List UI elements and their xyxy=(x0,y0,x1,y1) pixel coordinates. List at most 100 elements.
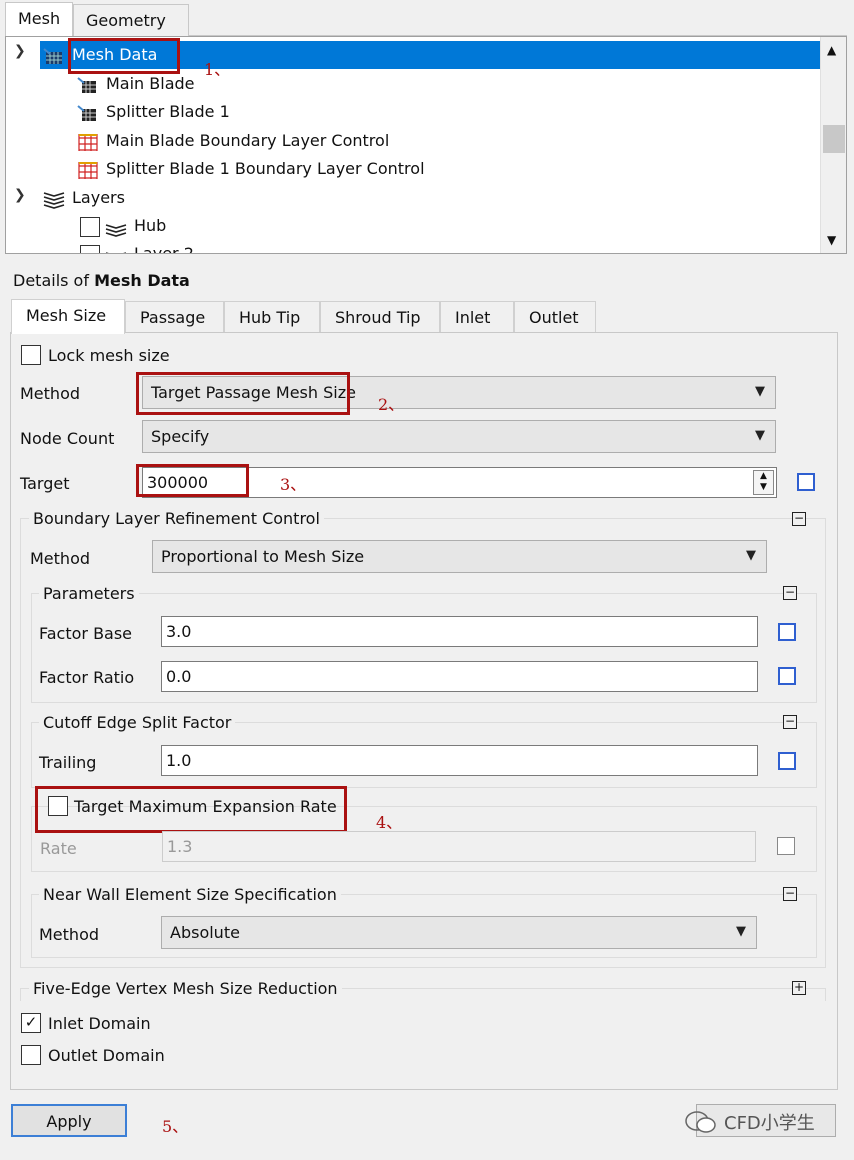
lock-mesh-size-label: Lock mesh size xyxy=(48,346,170,365)
blrc-method-label: Method xyxy=(30,549,91,568)
collapse-icon[interactable]: − xyxy=(783,586,797,600)
apply-button[interactable]: Apply xyxy=(11,1104,127,1137)
tree-item-label: Hub xyxy=(134,216,167,235)
tab-shroud-tip[interactable]: Shroud Tip xyxy=(320,301,440,333)
trailing-label: Trailing xyxy=(39,753,97,772)
target-label: Target xyxy=(20,474,70,493)
details-prefix: Details of xyxy=(13,271,95,290)
near-wall-method-value: Absolute xyxy=(170,923,240,942)
inlet-domain-checkbox[interactable]: ✓ xyxy=(21,1013,41,1033)
collapse-icon[interactable]: − xyxy=(783,715,797,729)
inlet-domain-label: Inlet Domain xyxy=(48,1014,151,1033)
layer2-checkbox[interactable] xyxy=(80,245,100,253)
node-count-label: Node Count xyxy=(20,429,115,448)
rate-value: 1.3 xyxy=(167,837,193,856)
tab-mesh-size[interactable]: Mesh Size xyxy=(11,299,125,334)
annotation-box-3 xyxy=(136,464,249,497)
trailing-value: 1.0 xyxy=(166,751,192,770)
tree-item-label: Layer 2 xyxy=(134,244,194,254)
tree-item-hub[interactable]: Hub xyxy=(104,212,166,240)
expand-icon[interactable]: + xyxy=(792,981,806,995)
target-param-checkbox[interactable] xyxy=(797,473,815,491)
annotation-box-4 xyxy=(35,786,347,833)
lock-mesh-size-checkbox[interactable] xyxy=(21,345,41,365)
factor-ratio-param-checkbox[interactable] xyxy=(778,667,796,685)
blade-mesh-icon xyxy=(77,76,96,93)
rate-input[interactable]: 1.3 xyxy=(162,831,756,862)
watermark-text: CFD小学生 xyxy=(724,1113,815,1134)
outlet-domain-checkbox[interactable] xyxy=(21,1045,41,1065)
tree-scrollbar[interactable]: ▲ ▼ xyxy=(820,37,846,253)
blrc-title: Boundary Layer Refinement Control xyxy=(29,509,324,528)
node-count-select[interactable]: Specify ▼ xyxy=(142,420,776,453)
annotation-4: 4、 xyxy=(376,813,403,832)
layers-icon xyxy=(43,191,65,209)
tree-item-main-blade-bl[interactable]: Main Blade Boundary Layer Control xyxy=(76,127,389,155)
chevron-down-icon[interactable]: ❯ xyxy=(14,43,26,59)
tree-item-label: Main Blade xyxy=(106,74,195,93)
annotation-box-1 xyxy=(68,38,180,74)
tree-item-splitter-bl[interactable]: Splitter Blade 1 Boundary Layer Control xyxy=(76,155,425,183)
tab-hub-tip[interactable]: Hub Tip xyxy=(224,301,320,333)
dropdown-arrow-icon: ▼ xyxy=(736,924,746,939)
layer-icon xyxy=(105,251,127,253)
boundary-layer-icon xyxy=(78,161,98,179)
cutoff-title: Cutoff Edge Split Factor xyxy=(39,713,236,732)
target-spinner[interactable]: ▲ ▼ xyxy=(753,470,774,495)
near-wall-method-select[interactable]: Absolute ▼ xyxy=(161,916,757,949)
trailing-param-checkbox[interactable] xyxy=(778,752,796,770)
chevron-down-icon[interactable]: ❯ xyxy=(14,187,26,203)
rate-label: Rate xyxy=(40,839,77,858)
blrc-method-select[interactable]: Proportional to Mesh Size ▼ xyxy=(152,540,767,573)
factor-ratio-input[interactable]: 0.0 xyxy=(161,661,758,692)
rate-param-checkbox[interactable] xyxy=(777,837,795,855)
parameters-title: Parameters xyxy=(39,584,139,603)
scroll-down-icon[interactable]: ▼ xyxy=(827,233,836,247)
tree-item-label: Layers xyxy=(72,188,125,207)
annotation-5: 5、 xyxy=(162,1117,189,1136)
node-count-value: Specify xyxy=(151,427,210,446)
scroll-up-icon[interactable]: ▲ xyxy=(827,43,836,57)
tree-item-main-blade[interactable]: Main Blade xyxy=(76,70,195,98)
factor-base-input[interactable]: 3.0 xyxy=(161,616,758,647)
tree-item-layer2[interactable]: Layer 2 xyxy=(104,240,194,254)
factor-ratio-label: Factor Ratio xyxy=(39,668,135,687)
tab-geometry[interactable]: Geometry xyxy=(73,4,189,36)
factor-base-label: Factor Base xyxy=(39,624,133,643)
details-name: Mesh Data xyxy=(94,271,190,290)
scroll-thumb[interactable] xyxy=(823,125,845,153)
five-edge-title: Five-Edge Vertex Mesh Size Reduction xyxy=(29,979,342,998)
near-wall-title: Near Wall Element Size Specification xyxy=(39,885,341,904)
factor-base-param-checkbox[interactable] xyxy=(778,623,796,641)
tree-item-label: Splitter Blade 1 xyxy=(106,102,230,121)
collapse-icon[interactable]: − xyxy=(783,887,797,901)
annotation-2: 2、 xyxy=(378,395,405,414)
layer-icon xyxy=(105,223,127,237)
dropdown-arrow-icon: ▼ xyxy=(755,384,765,399)
annotation-3: 3、 xyxy=(280,475,307,494)
hub-checkbox[interactable] xyxy=(80,217,100,237)
factor-ratio-value: 0.0 xyxy=(166,667,192,686)
wechat-icon xyxy=(685,1111,716,1133)
collapse-icon[interactable]: − xyxy=(792,512,806,526)
mesh-data-icon xyxy=(43,47,62,64)
factor-base-value: 3.0 xyxy=(166,622,192,641)
dropdown-arrow-icon: ▼ xyxy=(746,548,756,563)
trailing-input[interactable]: 1.0 xyxy=(161,745,758,776)
tab-outlet[interactable]: Outlet xyxy=(514,301,596,333)
tree-item-label: Main Blade Boundary Layer Control xyxy=(106,131,390,150)
tree-item-layers[interactable]: Layers xyxy=(42,184,125,212)
blade-mesh-icon xyxy=(77,104,96,121)
tab-mesh[interactable]: Mesh xyxy=(5,2,73,36)
dropdown-arrow-icon: ▼ xyxy=(755,428,765,443)
near-wall-method-label: Method xyxy=(39,925,100,944)
tree-item-splitter-blade[interactable]: Splitter Blade 1 xyxy=(76,98,230,126)
annotation-1: 1、 xyxy=(204,60,231,79)
tree-item-label: Splitter Blade 1 Boundary Layer Control xyxy=(106,159,425,178)
details-header: Details of Mesh Data xyxy=(13,271,190,290)
annotation-box-2 xyxy=(136,372,350,415)
tab-inlet[interactable]: Inlet xyxy=(440,301,514,333)
method-label: Method xyxy=(20,384,81,403)
outlet-domain-label: Outlet Domain xyxy=(48,1046,165,1065)
tab-passage[interactable]: Passage xyxy=(125,301,224,333)
